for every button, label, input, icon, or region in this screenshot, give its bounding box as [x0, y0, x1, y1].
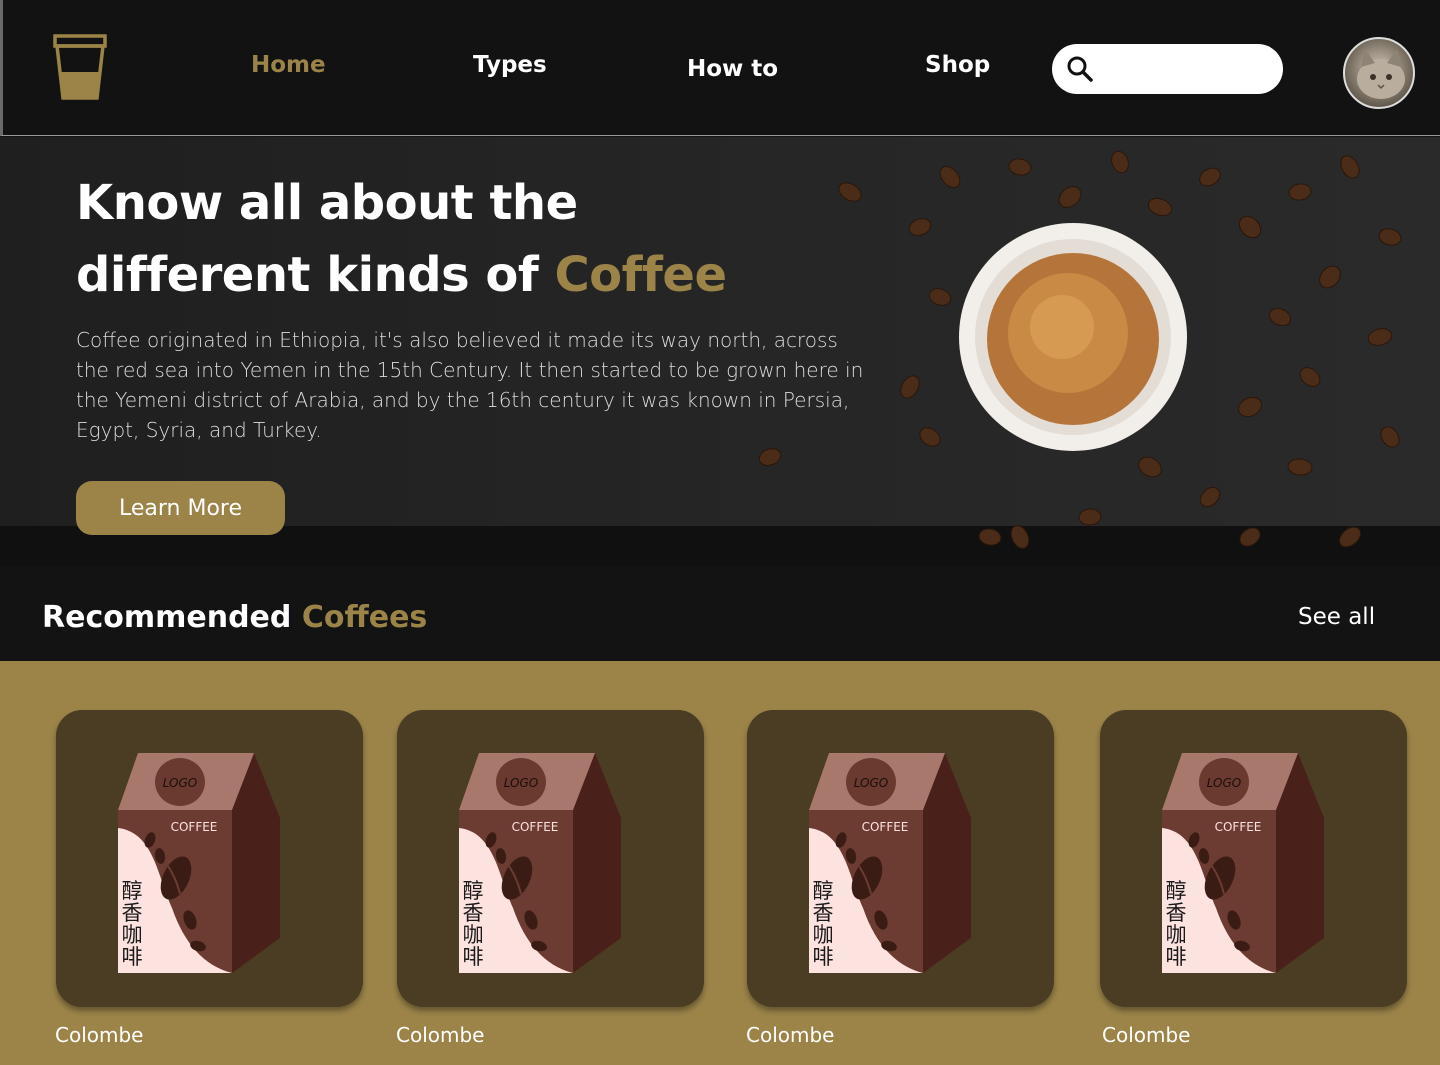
product-card[interactable]: LOGO COFFEE 醇 香 咖 啡 [1100, 710, 1407, 1007]
coffee-package-image: LOGO COFFEE 醇 香 咖 啡 [1162, 753, 1324, 973]
recommended-title-accent: Coffees [301, 600, 428, 635]
nav-shop-link[interactable]: Shop [925, 52, 990, 78]
hero-title-text: different kinds of [76, 247, 555, 303]
hero-description: Coffee originated in Ethiopia, it's also… [76, 328, 864, 442]
nav-types-link[interactable]: Types [473, 52, 547, 78]
product-name[interactable]: Colombe [746, 1023, 834, 1047]
package-logo-text: LOGO [1207, 776, 1242, 790]
package-logo-text: LOGO [854, 776, 889, 790]
package-logo-text: LOGO [163, 776, 198, 790]
package-label-text: COFFEE [171, 820, 218, 834]
search-box[interactable] [1052, 44, 1283, 94]
package-chinese-char: 啡 [463, 945, 484, 969]
search-input[interactable] [1104, 54, 1269, 84]
product-card[interactable]: LOGO COFFEE 醇 香 咖 啡 [397, 710, 704, 1007]
product-card[interactable]: LOGO COFFEE 醇 香 咖 啡 [56, 710, 363, 1007]
search-icon [1067, 56, 1093, 82]
package-label-text: COFFEE [1215, 820, 1262, 834]
product-card[interactable]: LOGO COFFEE 醇 香 咖 啡 [747, 710, 1054, 1007]
hero-title-accent: Coffee [554, 247, 727, 303]
package-chinese-char: 啡 [1166, 945, 1187, 969]
product-name[interactable]: Colombe [1102, 1023, 1190, 1047]
coffee-package-image: LOGO COFFEE 醇 香 咖 啡 [118, 753, 280, 973]
product-name[interactable]: Colombe [55, 1023, 143, 1047]
package-chinese-char: 咖 [463, 923, 484, 947]
product-name[interactable]: Colombe [396, 1023, 484, 1047]
package-label-text: COFFEE [512, 820, 559, 834]
coffee-package-image: LOGO COFFEE 醇 香 咖 啡 [459, 753, 621, 973]
learn-more-button[interactable]: Learn More [76, 481, 285, 535]
coffee-cup-icon[interactable] [49, 32, 111, 104]
package-logo-text: LOGO [504, 776, 539, 790]
coffee-package-image: LOGO COFFEE 醇 香 咖 啡 [809, 753, 971, 973]
package-chinese-char: 啡 [813, 945, 834, 969]
package-chinese-char: 啡 [122, 945, 143, 969]
recommended-title: Recommended Coffees [42, 600, 427, 635]
package-chinese-char: 香 [1166, 901, 1187, 925]
cat-avatar [1357, 49, 1405, 99]
package-chinese-char: 香 [463, 901, 484, 925]
package-chinese-char: 醇 [813, 879, 834, 903]
hero-title-line2: different kinds of Coffee [76, 239, 836, 311]
hero-title: Know all about the different kinds of Co… [76, 167, 836, 311]
package-chinese-char: 咖 [813, 923, 834, 947]
nav-howto-link[interactable]: How to [687, 56, 778, 82]
package-chinese-char: 醇 [1166, 879, 1187, 903]
recommended-header: Recommended Coffees See all [0, 566, 1440, 661]
hero-title-line1: Know all about the [76, 175, 578, 231]
nav-home-link[interactable]: Home [251, 52, 326, 78]
top-nav: Home Types How to Shop [0, 0, 1440, 136]
see-all-link[interactable]: See all [1298, 604, 1375, 630]
avatar[interactable] [1343, 37, 1415, 109]
package-chinese-char: 咖 [122, 923, 143, 947]
package-chinese-char: 咖 [1166, 923, 1187, 947]
package-chinese-char: 香 [813, 901, 834, 925]
package-chinese-char: 醇 [122, 879, 143, 903]
recommended-title-text: Recommended [42, 600, 302, 635]
package-label-text: COFFEE [862, 820, 909, 834]
package-chinese-char: 醇 [463, 879, 484, 903]
package-chinese-char: 香 [122, 901, 143, 925]
product-grid: LOGO COFFEE 醇 香 咖 啡 Colombe LOGO COFFEE … [0, 661, 1440, 1065]
hero-section: Know all about the different kinds of Co… [0, 137, 1440, 566]
